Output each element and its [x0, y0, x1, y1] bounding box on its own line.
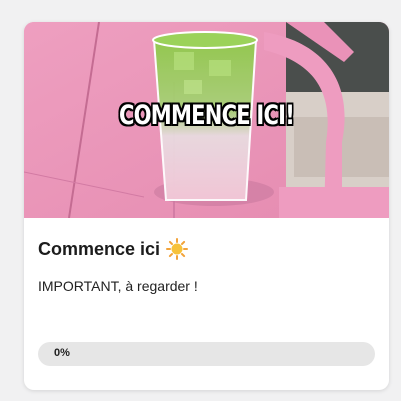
progress-label: 0% — [54, 347, 70, 359]
course-thumbnail[interactable]: COMMENCE ICI! — [24, 22, 389, 218]
progress-bar: 0% — [38, 342, 375, 366]
sun-icon — [166, 238, 189, 260]
card-subtitle: IMPORTANT, à regarder ! — [38, 278, 198, 294]
card-title-row: Commence ici — [38, 238, 189, 260]
course-card[interactable]: COMMENCE ICI! Commence ici IMPORTANT, à … — [24, 22, 389, 390]
card-title: Commence ici — [38, 238, 161, 259]
thumbnail-overlay-text: COMMENCE ICI! — [118, 100, 295, 131]
